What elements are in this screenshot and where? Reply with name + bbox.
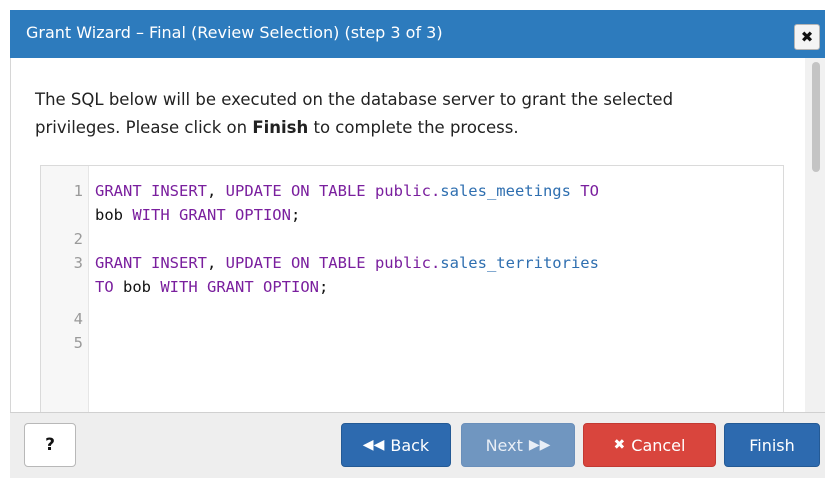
scrollbar-thumb[interactable] bbox=[812, 62, 820, 172]
close-button[interactable]: ✖ bbox=[794, 24, 820, 50]
sql-keyword: WITH GRANT OPTION bbox=[160, 278, 319, 296]
code-line-4: 4 bbox=[41, 307, 783, 331]
dialog-body: The SQL below will be executed on the da… bbox=[10, 58, 825, 412]
cancel-button[interactable]: ✖ Cancel bbox=[583, 423, 716, 467]
back-button[interactable]: ◀◀ Back bbox=[341, 423, 451, 467]
dialog-title-bar: Grant Wizard – Final (Review Selection) … bbox=[10, 10, 825, 58]
line-number: 5 bbox=[73, 334, 83, 352]
line-number: 2 bbox=[73, 230, 83, 248]
line-number: 3 bbox=[73, 254, 83, 272]
sql-punct: ; bbox=[290, 206, 301, 224]
code-text: GRANT INSERT, UPDATE ON TABLE public.sal… bbox=[95, 251, 599, 275]
dialog-footer: ? ◀◀ Back Next ▶▶ ✖ Cancel Finish bbox=[10, 412, 825, 478]
intro-text-after: to complete the process. bbox=[308, 118, 519, 137]
sql-editor[interactable]: 1 GRANT INSERT, UPDATE ON TABLE public.s… bbox=[40, 165, 784, 412]
sql-keyword: UPDATE ON TABLE public. bbox=[225, 182, 441, 200]
finish-button-label: Finish bbox=[749, 435, 795, 455]
sql-keyword: GRANT INSERT bbox=[95, 254, 207, 272]
code-text: bob WITH GRANT OPTION; bbox=[95, 203, 300, 227]
backward-icon: ◀◀ bbox=[362, 437, 385, 453]
intro-finish-bold: Finish bbox=[252, 118, 309, 137]
sql-keyword: TO bbox=[95, 278, 114, 296]
code-text: GRANT INSERT, UPDATE ON TABLE public.sal… bbox=[95, 179, 599, 203]
sql-keyword: GRANT INSERT bbox=[95, 182, 207, 200]
dialog-title: Grant Wizard – Final (Review Selection) … bbox=[26, 23, 443, 42]
help-button[interactable]: ? bbox=[24, 423, 76, 467]
line-number: 4 bbox=[73, 310, 83, 328]
sql-punct: , bbox=[206, 254, 226, 272]
sql-punct: , bbox=[206, 182, 226, 200]
sql-punct: ; bbox=[318, 278, 329, 296]
code-line-3: 3 GRANT INSERT, UPDATE ON TABLE public.s… bbox=[41, 251, 783, 275]
cancel-button-label: Cancel bbox=[631, 435, 686, 455]
sql-keyword: WITH GRANT OPTION bbox=[132, 206, 291, 224]
sql-keyword: UPDATE ON TABLE public. bbox=[225, 254, 441, 272]
sql-table-name: sales_meetings bbox=[440, 182, 571, 200]
next-button[interactable]: Next ▶▶ bbox=[461, 423, 575, 467]
finish-button[interactable]: Finish bbox=[724, 423, 820, 467]
code-line-1: 1 GRANT INSERT, UPDATE ON TABLE public.s… bbox=[41, 179, 783, 203]
code-line-5: 5 bbox=[41, 331, 783, 355]
cancel-x-icon: ✖ bbox=[613, 437, 626, 453]
next-button-label: Next bbox=[485, 435, 523, 455]
sql-identifier: bob bbox=[95, 206, 133, 224]
sql-identifier: bob bbox=[113, 278, 161, 296]
back-button-label: Back bbox=[390, 435, 430, 455]
code-text: TO bob WITH GRANT OPTION; bbox=[95, 275, 328, 299]
code-line-1-wrap: bob WITH GRANT OPTION; bbox=[41, 203, 783, 227]
close-icon: ✖ bbox=[800, 28, 814, 46]
forward-icon: ▶▶ bbox=[528, 437, 551, 453]
sql-keyword: TO bbox=[570, 182, 599, 200]
code-line-2: 2 bbox=[41, 227, 783, 251]
sql-table-name: sales_territories bbox=[440, 254, 599, 272]
line-number: 1 bbox=[73, 182, 83, 200]
code-line-3-wrap: TO bob WITH GRANT OPTION; bbox=[41, 275, 783, 299]
intro-text: The SQL below will be executed on the da… bbox=[35, 86, 755, 142]
help-icon: ? bbox=[45, 435, 55, 455]
